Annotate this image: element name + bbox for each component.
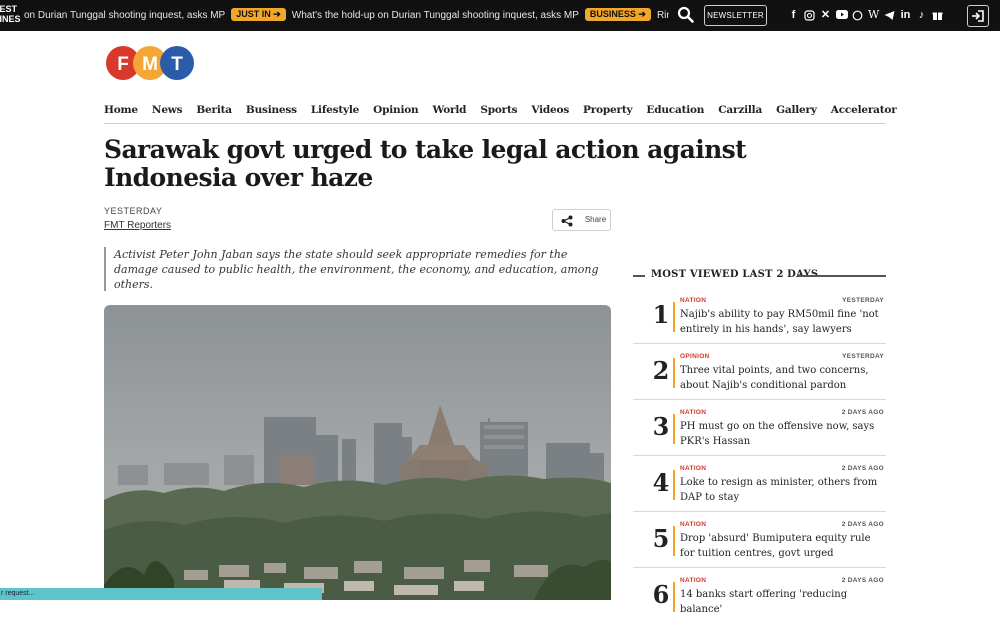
nav-item-videos[interactable]: Videos bbox=[531, 98, 569, 123]
category-label[interactable]: NATION bbox=[680, 409, 706, 416]
nav-item-property[interactable]: Property bbox=[583, 98, 633, 123]
rank-number: 6 bbox=[652, 580, 670, 609]
main-nav: Home News Berita Business Lifestyle Opin… bbox=[104, 98, 897, 124]
rank-number: 3 bbox=[652, 412, 670, 441]
gift-icon[interactable] bbox=[932, 8, 943, 22]
nav-item-sports[interactable]: Sports bbox=[480, 98, 517, 123]
rank-number: 4 bbox=[652, 468, 670, 497]
most-viewed-item[interactable]: 3 NATION 2 DAYS AGO PH must go on the of… bbox=[633, 400, 886, 456]
login-button[interactable] bbox=[967, 5, 989, 27]
ticker-item[interactable]: What's the hold-up on Durian Tunggal sho… bbox=[292, 10, 579, 21]
category-label[interactable]: NATION bbox=[680, 297, 706, 304]
nav-item-education[interactable]: Education bbox=[646, 98, 704, 123]
article-hero-image bbox=[104, 305, 611, 600]
category-label[interactable]: NATION bbox=[680, 577, 706, 584]
rank-number: 1 bbox=[652, 300, 670, 329]
most-viewed-item[interactable]: 4 NATION 2 DAYS AGO Loke to resign as mi… bbox=[633, 456, 886, 512]
nav-item-opinion[interactable]: Opinion bbox=[373, 98, 419, 123]
tiktok-icon[interactable]: ♪ bbox=[916, 8, 927, 22]
rank-number: 2 bbox=[652, 356, 670, 385]
nav-item-accelerator[interactable]: Accelerator bbox=[831, 98, 897, 123]
nav-item-business[interactable]: Business bbox=[246, 98, 297, 123]
browser-status-bar: r request... bbox=[0, 588, 322, 600]
most-viewed-item[interactable]: 6 NATION 2 DAYS AGO 14 banks start offer… bbox=[633, 568, 886, 624]
article-headline: Sarawak govt urged to take legal action … bbox=[104, 135, 747, 192]
timestamp: YESTERDAY bbox=[842, 297, 884, 304]
linkedin-icon[interactable]: in bbox=[900, 8, 911, 22]
facebook-icon[interactable]: f bbox=[788, 8, 799, 22]
share-icon bbox=[561, 215, 573, 227]
wikipedia-icon[interactable]: W bbox=[868, 8, 879, 22]
article-lede: Activist Peter John Jaban says the state… bbox=[104, 247, 611, 291]
latest-headlines-label: TEST LINES bbox=[0, 4, 21, 24]
share-button[interactable]: Share bbox=[552, 209, 611, 231]
timestamp: 2 DAYS AGO bbox=[841, 577, 884, 584]
nav-item-berita[interactable]: Berita bbox=[196, 98, 232, 123]
timestamp: YESTERDAY bbox=[842, 353, 884, 360]
timestamp: 2 DAYS AGO bbox=[841, 409, 884, 416]
category-label[interactable]: OPINION bbox=[680, 353, 710, 360]
rank-number: 5 bbox=[652, 524, 670, 553]
item-headline[interactable]: Loke to resign as minister, others from … bbox=[680, 475, 886, 505]
newsletter-button[interactable]: NEWSLETTER bbox=[704, 5, 767, 26]
most-viewed-item[interactable]: 5 NATION 2 DAYS AGO Drop 'absurd' Bumipu… bbox=[633, 512, 886, 568]
x-icon[interactable]: ✕ bbox=[820, 8, 831, 22]
logo-letter-f: F bbox=[117, 54, 129, 75]
ticker-item[interactable]: on Durian Tunggal shooting inquest, asks… bbox=[24, 10, 225, 21]
nav-item-lifestyle[interactable]: Lifestyle bbox=[311, 98, 360, 123]
most-viewed-list: 1 NATION YESTERDAY Najib's ability to pa… bbox=[633, 288, 886, 624]
timestamp: 2 DAYS AGO bbox=[841, 521, 884, 528]
item-headline[interactable]: Najib's ability to pay RM50mil fine 'not… bbox=[680, 307, 886, 337]
logo-letter-t: T bbox=[171, 54, 183, 75]
youtube-icon[interactable] bbox=[836, 8, 848, 22]
item-headline[interactable]: Three vital points, and two concerns, ab… bbox=[680, 363, 886, 393]
ticker-item[interactable]: Ringgit opens mixed ag bbox=[657, 10, 669, 21]
instagram-icon[interactable] bbox=[804, 8, 815, 22]
nav-item-world[interactable]: World bbox=[433, 98, 467, 123]
search-icon[interactable] bbox=[676, 5, 696, 25]
category-label[interactable]: NATION bbox=[680, 465, 706, 472]
ticker-badge[interactable]: BUSINESS ➔ bbox=[584, 8, 651, 21]
logo-letter-m: M bbox=[142, 54, 158, 75]
most-viewed-heading: MOST VIEWED LAST 2 DAYS bbox=[633, 268, 886, 284]
social-links: f ✕ W in ♪ bbox=[788, 8, 943, 23]
category-label[interactable]: NATION bbox=[680, 521, 706, 528]
article-date: YESTERDAY bbox=[104, 206, 163, 216]
nav-item-carzilla[interactable]: Carzilla bbox=[718, 98, 762, 123]
most-viewed-item[interactable]: 2 OPINION YESTERDAY Three vital points, … bbox=[633, 344, 886, 400]
top-bar: TEST LINES on Durian Tunggal shooting in… bbox=[0, 0, 1000, 31]
item-headline[interactable]: PH must go on the offensive now, says PK… bbox=[680, 419, 886, 449]
nav-item-news[interactable]: News bbox=[152, 98, 183, 123]
nav-item-home[interactable]: Home bbox=[104, 98, 138, 123]
fmt-logo[interactable]: F M T bbox=[106, 45, 194, 81]
timestamp: 2 DAYS AGO bbox=[841, 465, 884, 472]
most-viewed-item[interactable]: 1 NATION YESTERDAY Najib's ability to pa… bbox=[633, 288, 886, 344]
news-ticker: on Durian Tunggal shooting inquest, asks… bbox=[24, 0, 669, 31]
item-headline[interactable]: Drop 'absurd' Bumiputera equity rule for… bbox=[680, 531, 886, 561]
author-link[interactable]: FMT Reporters bbox=[104, 220, 171, 231]
ticker-badge[interactable]: JUST IN ➔ bbox=[231, 8, 286, 21]
item-headline[interactable]: 14 banks start offering 'reducing balanc… bbox=[680, 587, 886, 617]
whatsapp-icon[interactable] bbox=[852, 8, 863, 22]
telegram-icon[interactable] bbox=[884, 8, 895, 22]
nav-item-gallery[interactable]: Gallery bbox=[776, 98, 817, 123]
